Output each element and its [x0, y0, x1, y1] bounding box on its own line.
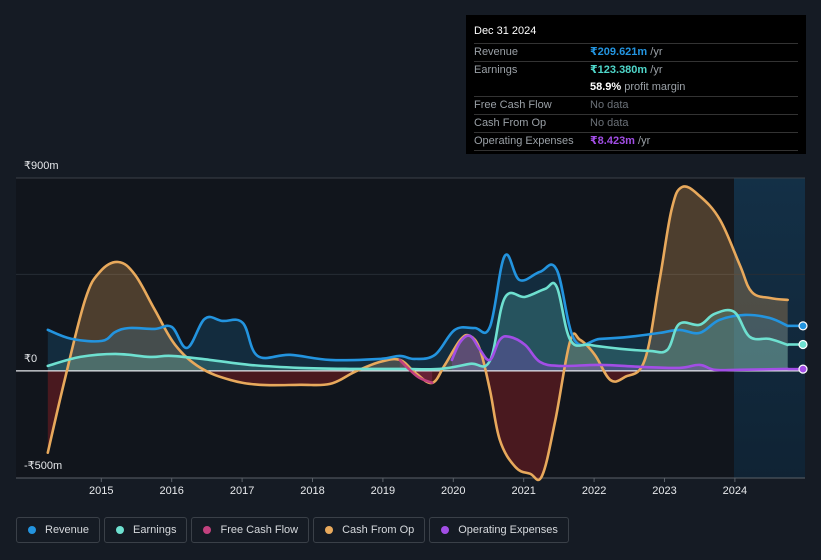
- cash-from-op-dot-icon: [325, 526, 334, 534]
- tooltip-date: Dec 31 2024: [474, 24, 798, 44]
- tooltip-value: ₹8.423m /yr: [590, 133, 650, 150]
- unit: profit margin: [621, 81, 686, 93]
- revenue-dot-icon: [28, 526, 36, 534]
- y-tick-label-0: ₹0: [24, 353, 38, 365]
- revenue-value: ₹209.621m: [590, 46, 648, 58]
- unit: /yr: [647, 46, 663, 58]
- tooltip-value: No data: [590, 115, 629, 132]
- x-tick-label: 2022: [581, 485, 607, 497]
- legend-item-cash-from-op[interactable]: Cash From Op: [313, 517, 426, 543]
- legend-label: Free Cash Flow: [220, 524, 299, 536]
- profit-margin-value: 58.9%: [590, 81, 622, 93]
- x-tick-label: 2015: [89, 485, 114, 497]
- operating-expenses-value: ₹8.423m: [590, 135, 635, 147]
- earnings-value: ₹123.380m: [590, 64, 648, 76]
- tooltip-label: Revenue: [474, 46, 519, 58]
- chart-legend: Revenue Earnings Free Cash Flow Cash Fro…: [16, 517, 569, 543]
- tooltip-label: Free Cash Flow: [474, 99, 552, 111]
- tooltip-value: ₹209.621m /yr: [590, 44, 662, 61]
- legend-item-operating-expenses[interactable]: Operating Expenses: [429, 517, 569, 543]
- operating-expenses-end-marker: [798, 364, 808, 374]
- x-axis-ticks: [100, 478, 736, 482]
- legend-item-earnings[interactable]: Earnings: [104, 517, 188, 543]
- tooltip-row-free-cash-flow: Free Cash Flow No data: [474, 97, 798, 115]
- tooltip-row-cash-from-op: Cash From Op No data: [474, 115, 798, 133]
- earnings-dot-icon: [116, 526, 125, 534]
- unit: /yr: [634, 135, 651, 147]
- tooltip-label: [474, 79, 590, 96]
- cash-from-op-value: No data: [590, 117, 629, 129]
- unit: /yr: [647, 64, 663, 76]
- y-tick-label-neg-500m: -₹500m: [24, 460, 63, 472]
- tooltip-row-profit-margin: 58.9% profit margin: [474, 79, 798, 97]
- free-cash-flow-dot-icon: [203, 526, 212, 534]
- legend-item-free-cash-flow[interactable]: Free Cash Flow: [191, 517, 310, 543]
- legend-label: Revenue: [45, 524, 90, 536]
- tooltip-value: ₹123.380m /yr: [590, 62, 662, 79]
- tooltip-value: 58.9% profit margin: [590, 79, 685, 96]
- revenue-end-marker: [798, 321, 808, 331]
- x-tick-label: 2016: [159, 485, 184, 497]
- y-tick-label-900m: ₹900m: [24, 160, 59, 172]
- x-tick-label: 2023: [652, 485, 677, 497]
- tooltip-label: Earnings: [474, 64, 518, 76]
- free-cash-flow-value: No data: [590, 99, 629, 111]
- x-tick-label: 2017: [229, 485, 255, 497]
- x-tick-label: 2021: [511, 485, 536, 497]
- x-tick-label: 2019: [370, 485, 396, 497]
- tooltip-value: No data: [590, 97, 629, 114]
- operating-expenses-dot-icon: [441, 526, 450, 534]
- legend-label: Cash From Op: [342, 524, 415, 536]
- tooltip-row-earnings: Earnings ₹123.380m /yr: [474, 62, 798, 79]
- legend-item-revenue[interactable]: Revenue: [16, 517, 101, 543]
- x-tick-label: 2020: [441, 485, 466, 497]
- tooltip-row-revenue: Revenue ₹209.621m /yr: [474, 44, 798, 62]
- earnings-end-marker: [798, 339, 808, 350]
- data-tooltip: Dec 31 2024 Revenue ₹209.621m /yr Earnin…: [466, 15, 806, 154]
- tooltip-label: Operating Expenses: [474, 135, 574, 147]
- legend-label: Earnings: [133, 524, 177, 536]
- x-tick-label: 2018: [300, 485, 325, 497]
- x-tick-label: 2024: [722, 485, 748, 497]
- legend-label: Operating Expenses: [458, 524, 558, 536]
- tooltip-label: Cash From Op: [474, 117, 547, 129]
- tooltip-row-operating-expenses: Operating Expenses ₹8.423m /yr: [474, 133, 798, 151]
